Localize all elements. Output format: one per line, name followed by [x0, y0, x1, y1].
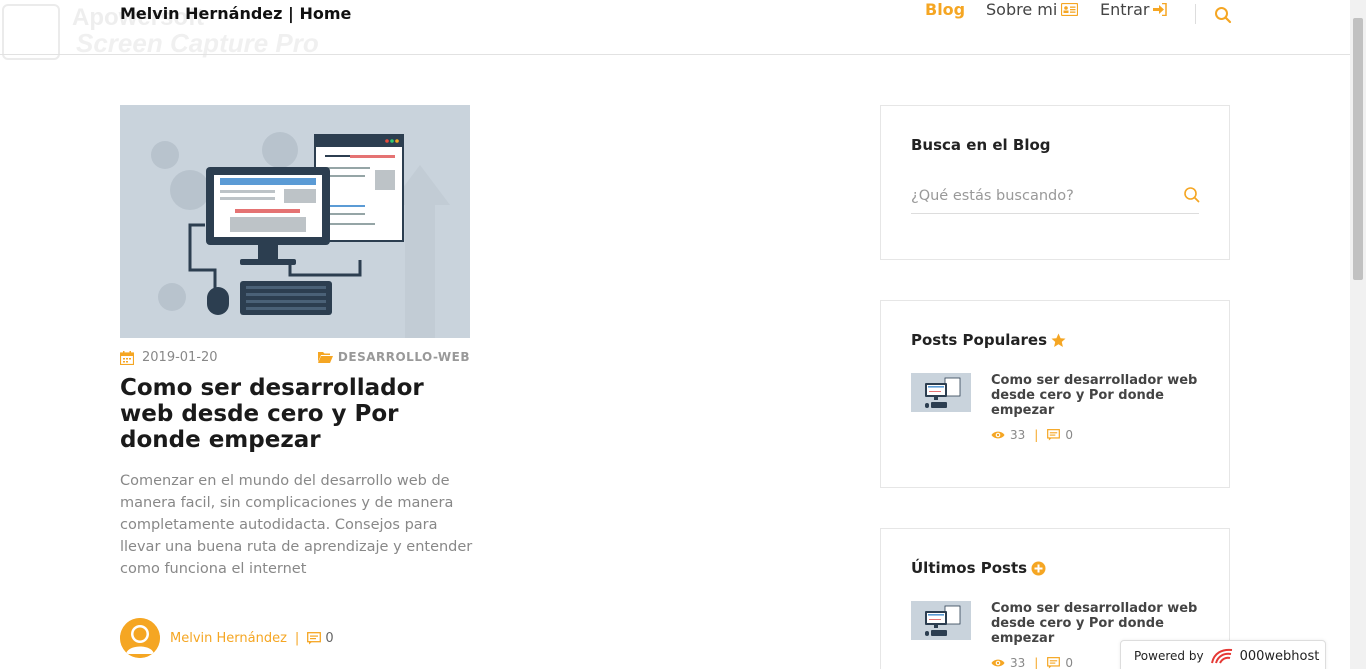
calendar-icon: [120, 350, 134, 365]
popular-title-text: Posts Populares: [911, 331, 1048, 349]
star-icon: [1051, 333, 1066, 347]
site-header: Melvin Hernández | Home Blog Sobre mi En…: [0, 0, 1350, 55]
popular-card-title: Posts Populares: [911, 331, 1066, 349]
post-category-link[interactable]: DESARROLLO-WEB: [317, 350, 470, 364]
post-date-text: 2019-01-20: [142, 350, 218, 365]
header-search-icon[interactable]: [1214, 6, 1232, 28]
post-date: 2019-01-20: [120, 350, 218, 365]
id-card-icon: [1061, 3, 1079, 16]
popular-post-thumbnail[interactable]: [911, 373, 971, 412]
nav-blog-link[interactable]: Blog: [925, 0, 965, 19]
latest-post-views: 33: [1010, 656, 1026, 669]
computer-thumbnail-icon: [911, 373, 971, 412]
latest-post-stats: 33 | 0: [991, 656, 1073, 669]
nav-sobre-label: Sobre mi: [986, 0, 1058, 19]
post-title-link[interactable]: Como ser desarrollador web desde cero y …: [120, 375, 480, 453]
powered-brand: 000webhost: [1239, 648, 1320, 664]
plus-circle-icon: [1031, 561, 1046, 575]
scrollbar-thumb[interactable]: [1353, 18, 1363, 280]
popular-post-views: 33: [1010, 428, 1026, 442]
popular-post-title-link[interactable]: Como ser desarrollador web desde cero y …: [991, 373, 1201, 418]
sidebar-search-card: Busca en el Blog: [880, 105, 1230, 260]
webhost-logo-icon: [1210, 648, 1232, 664]
popular-post-item[interactable]: Como ser desarrollador web desde cero y …: [911, 373, 1211, 443]
post-footer: Melvin Hernández | 0: [120, 618, 334, 658]
post-excerpt: Comenzar en el mundo del desarrollo web …: [120, 473, 473, 577]
author-name-link[interactable]: Melvin Hernández: [170, 631, 287, 646]
eye-icon: [991, 431, 1005, 439]
powered-label: Powered by: [1134, 649, 1204, 663]
post-featured-image[interactable]: [120, 105, 470, 338]
popular-post-comments: 0: [1065, 428, 1073, 442]
post-category-label: DESARROLLO-WEB: [337, 350, 470, 364]
computer-thumbnail-icon: [911, 601, 971, 640]
footer-divider: |: [294, 630, 300, 646]
computer-illustration-icon: [120, 105, 470, 338]
nav-sobre-link[interactable]: Sobre mi: [986, 0, 1079, 19]
sign-in-icon: [1153, 3, 1168, 16]
nav-entrar-label: Entrar: [1100, 0, 1150, 19]
author-avatar[interactable]: [120, 618, 160, 658]
blog-search-input[interactable]: [911, 178, 1199, 214]
post-comment-count: 0: [325, 630, 334, 646]
user-icon: [120, 618, 160, 658]
sidebar-popular-card: Posts Populares Como ser desarrollador w…: [880, 300, 1230, 488]
nav-divider: [1195, 4, 1196, 24]
comment-icon: [307, 631, 322, 644]
stats-divider: |: [1034, 656, 1039, 669]
latest-post-comments: 0: [1065, 656, 1073, 669]
stats-divider: |: [1034, 428, 1039, 442]
folder-open-icon: [317, 352, 333, 363]
search-submit-icon[interactable]: [1183, 186, 1201, 208]
brand-home-link[interactable]: Melvin Hernández | Home: [120, 4, 351, 23]
post-meta: 2019-01-20 DESARROLLO-WEB: [120, 350, 470, 366]
latest-card-title: Últimos Posts: [911, 559, 1046, 577]
search-card-title: Busca en el Blog: [911, 136, 1051, 154]
popular-post-stats: 33 | 0: [991, 428, 1073, 442]
latest-title-text: Últimos Posts: [911, 559, 1028, 577]
powered-by-badge[interactable]: Powered by 000webhost: [1120, 640, 1326, 669]
page-scrollbar[interactable]: [1350, 0, 1366, 669]
latest-post-thumbnail[interactable]: [911, 601, 971, 640]
comment-icon: [1047, 429, 1061, 441]
comment-icon: [1047, 657, 1061, 669]
nav-entrar-link[interactable]: Entrar: [1100, 0, 1168, 19]
eye-icon: [991, 659, 1005, 667]
